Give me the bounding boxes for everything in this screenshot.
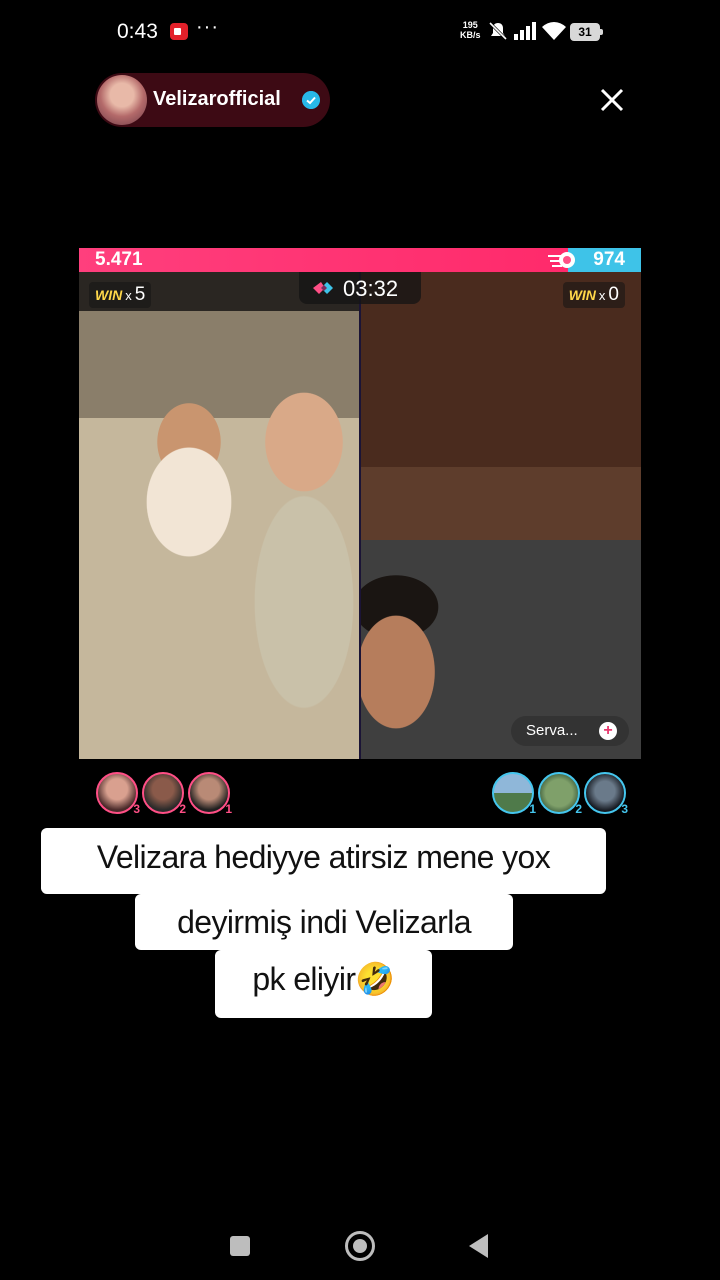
- supporter-rank: 2: [575, 802, 582, 816]
- network-speed: 195 KB/s: [460, 20, 481, 40]
- left-host-video[interactable]: [79, 272, 359, 759]
- right-host-video[interactable]: [361, 272, 641, 759]
- screen-record-icon: [170, 23, 188, 40]
- caption-line-3: pk eliyir🤣: [215, 950, 432, 1018]
- right-win-streak: WIN x 0: [562, 282, 625, 308]
- right-score: 974: [593, 249, 625, 270]
- battle-timer: 03:32: [299, 272, 421, 304]
- status-time: 0:43: [117, 20, 158, 43]
- right-supporter-1[interactable]: 1: [492, 772, 536, 816]
- host-avatar[interactable]: [97, 75, 147, 125]
- right-supporter-2[interactable]: 2: [538, 772, 582, 816]
- left-win-times: x: [125, 287, 132, 303]
- left-win-streak: WIN x 5: [89, 282, 152, 308]
- network-speed-unit: KB/s: [460, 30, 481, 40]
- wifi-icon: [542, 22, 566, 40]
- guest-name[interactable]: Serva...: [526, 722, 578, 739]
- caption-text-1: Velizara hediyye atirsiz mene yox: [96, 839, 551, 875]
- close-icon[interactable]: [596, 84, 628, 116]
- supporter-rank: 2: [179, 802, 186, 816]
- left-win-label: WIN: [95, 287, 123, 303]
- host-profile-pill[interactable]: Velizarofficial: [95, 73, 330, 127]
- right-win-label: WIN: [568, 287, 596, 303]
- caption-line-1: Velizara hediyye atirsiz mene yox: [41, 828, 606, 894]
- left-supporter-1[interactable]: 1: [188, 772, 232, 816]
- verified-badge-icon: [302, 91, 320, 109]
- battle-score-bar: 5.471 974: [79, 248, 641, 272]
- signal-icon: [514, 22, 536, 40]
- caption-text-2: deyirmiş indi Velizarla: [177, 904, 471, 940]
- caption-line-2: deyirmiş indi Velizarla: [135, 894, 513, 950]
- battle-timer-text: 03:32: [343, 276, 399, 301]
- left-score-fill: 5.471: [79, 248, 568, 272]
- back-button[interactable]: [469, 1234, 488, 1258]
- supporter-rank: 3: [621, 802, 628, 816]
- right-score-fill: 974: [568, 248, 641, 272]
- score-meter-icon: [548, 252, 575, 268]
- left-win-count: 5: [134, 284, 146, 305]
- right-win-count: 0: [608, 284, 619, 305]
- recents-button[interactable]: [230, 1236, 250, 1256]
- status-bar: 0:43 ··· 195 KB/s 31: [0, 0, 720, 66]
- follow-guest-button[interactable]: +: [599, 722, 617, 740]
- caption-text-3: pk eliyir🤣: [252, 961, 395, 997]
- pk-gloves-icon: [313, 282, 333, 294]
- battery-icon: 31: [570, 23, 603, 41]
- more-notifications-icon: ···: [196, 16, 219, 38]
- left-supporter-2[interactable]: 2: [142, 772, 186, 816]
- left-supporter-3[interactable]: 3: [96, 772, 140, 816]
- right-supporter-3[interactable]: 3: [584, 772, 628, 816]
- pk-battle-area: 5.471 974 WIN x 5 WIN x 0 03:32 Serva...…: [79, 248, 641, 759]
- mute-bell-icon: [488, 21, 508, 41]
- supporter-rank: 1: [529, 802, 536, 816]
- network-speed-value: 195: [462, 20, 478, 30]
- guest-chip[interactable]: Serva... +: [511, 716, 629, 746]
- right-win-times: x: [598, 287, 606, 303]
- home-button[interactable]: [345, 1231, 375, 1261]
- host-name[interactable]: Velizarofficial: [153, 88, 281, 111]
- supporter-rank: 1: [225, 802, 232, 816]
- left-score: 5.471: [95, 249, 143, 270]
- supporter-rank: 3: [133, 802, 140, 816]
